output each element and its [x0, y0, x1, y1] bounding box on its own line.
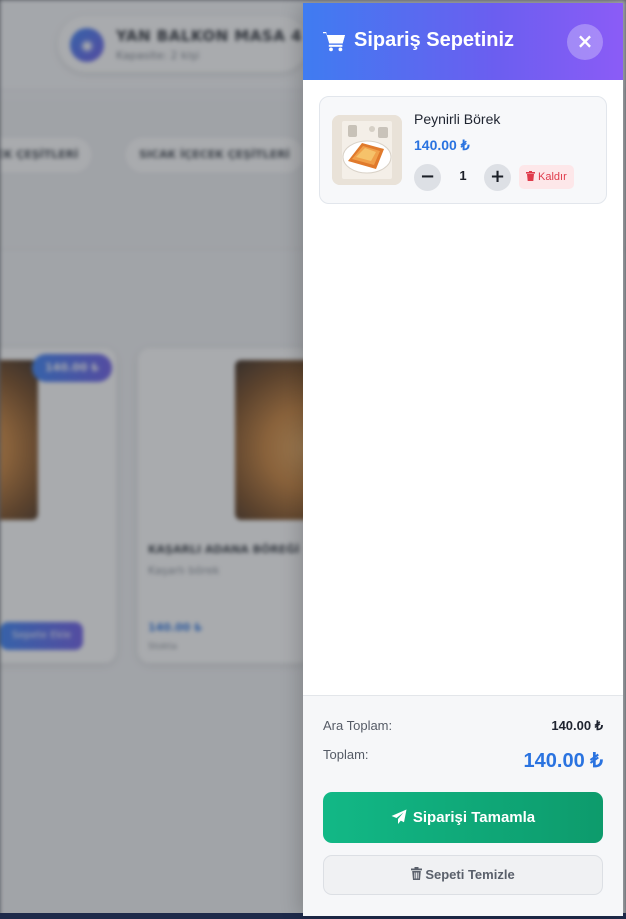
checkout-button[interactable]: Siparişi Tamamla — [323, 792, 603, 843]
cart-title: Sipariş Sepetiniz — [354, 29, 515, 51]
close-button[interactable]: × — [567, 24, 603, 60]
product-thumbnail — [332, 115, 402, 185]
trash-icon — [526, 171, 535, 181]
clear-cart-button[interactable]: Sepeti Temizle — [323, 855, 603, 895]
paper-plane-icon — [391, 809, 407, 824]
subtotal-label: Ara Toplam: — [323, 718, 393, 733]
remove-item-button[interactable]: Kaldır — [519, 165, 574, 189]
cart-panel: Sipariş Sepetiniz × Peynirli Börek 140.0… — [303, 3, 623, 916]
total-value: 140.00 ₺ — [523, 750, 603, 772]
checkout-label: Siparişi Tamamla — [412, 809, 536, 826]
remove-label: Kaldır — [538, 171, 567, 183]
cart-header: Sipariş Sepetiniz × — [303, 3, 623, 80]
quantity-value: 1 — [459, 168, 467, 183]
trash-icon — [411, 867, 423, 880]
increment-button[interactable]: + — [484, 164, 511, 191]
cart-item-name: Peynirli Börek — [414, 111, 501, 127]
borek-image — [332, 115, 402, 185]
decrement-button[interactable]: − — [414, 164, 441, 191]
subtotal-value: 140.00 ₺ — [551, 718, 603, 733]
clear-label: Sepeti Temizle — [425, 867, 515, 882]
shopping-cart-icon — [323, 32, 345, 52]
cart-summary: Ara Toplam: 140.00 ₺ Toplam: 140.00 ₺ Si… — [303, 695, 623, 916]
total-label: Toplam: — [323, 747, 369, 762]
cart-item-price: 140.00 ₺ — [414, 137, 470, 153]
cart-item: Peynirli Börek 140.00 ₺ − 1 + Kaldır — [319, 96, 607, 204]
